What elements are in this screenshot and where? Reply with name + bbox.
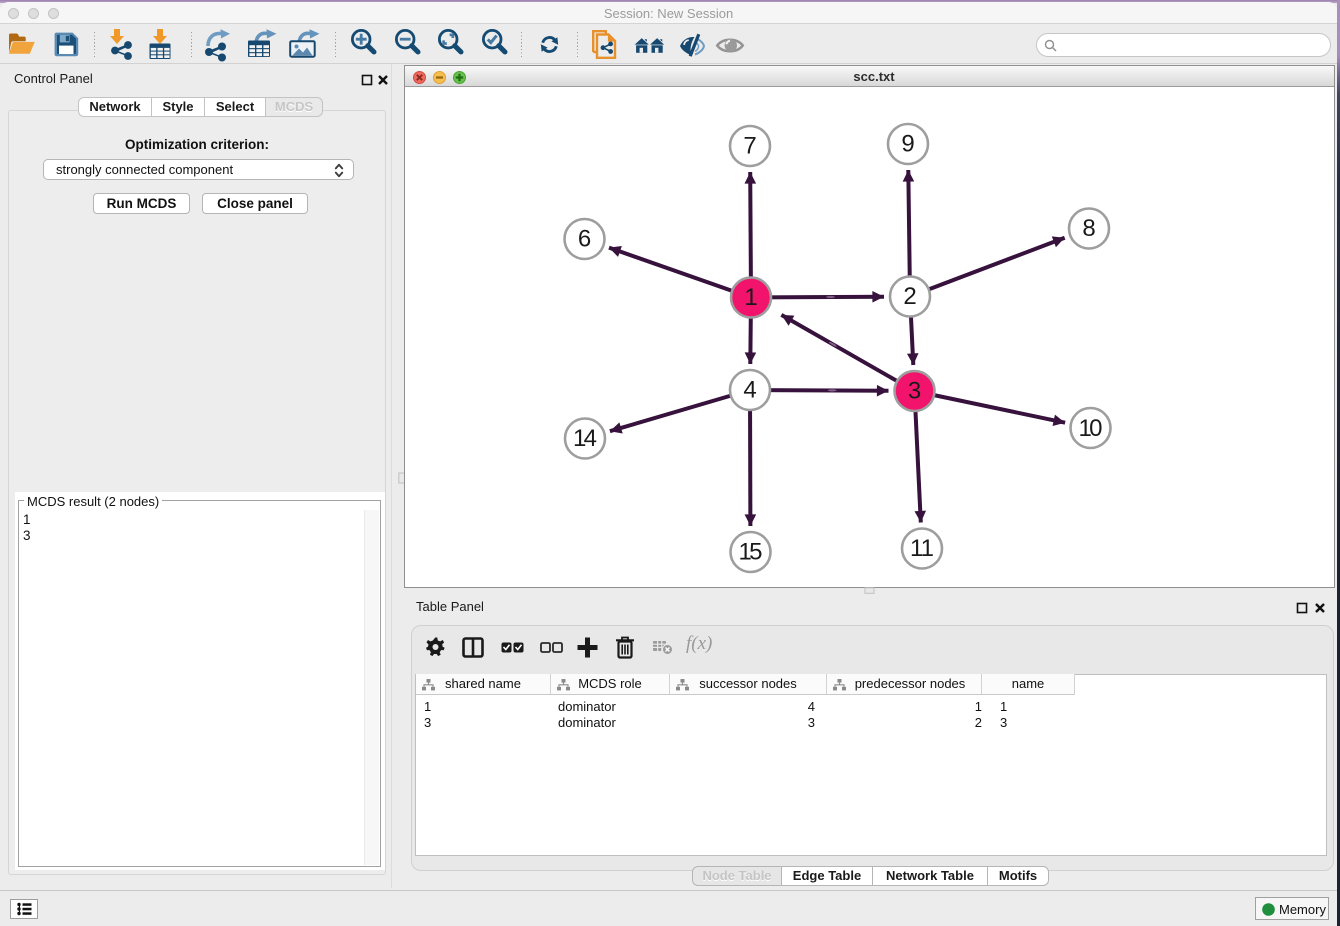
svg-text:10: 10	[1079, 415, 1103, 442]
svg-text:3: 3	[908, 378, 921, 405]
svg-text:1: 1	[744, 284, 757, 311]
svg-text:14: 14	[573, 425, 597, 452]
svg-text:6: 6	[578, 226, 591, 253]
svg-text:15: 15	[739, 539, 763, 566]
svg-text:2: 2	[903, 283, 916, 310]
svg-text:9: 9	[901, 131, 914, 158]
svg-text:4: 4	[743, 377, 756, 404]
svg-text:11: 11	[910, 535, 934, 562]
svg-text:7: 7	[743, 133, 756, 160]
svg-text:8: 8	[1082, 215, 1095, 242]
